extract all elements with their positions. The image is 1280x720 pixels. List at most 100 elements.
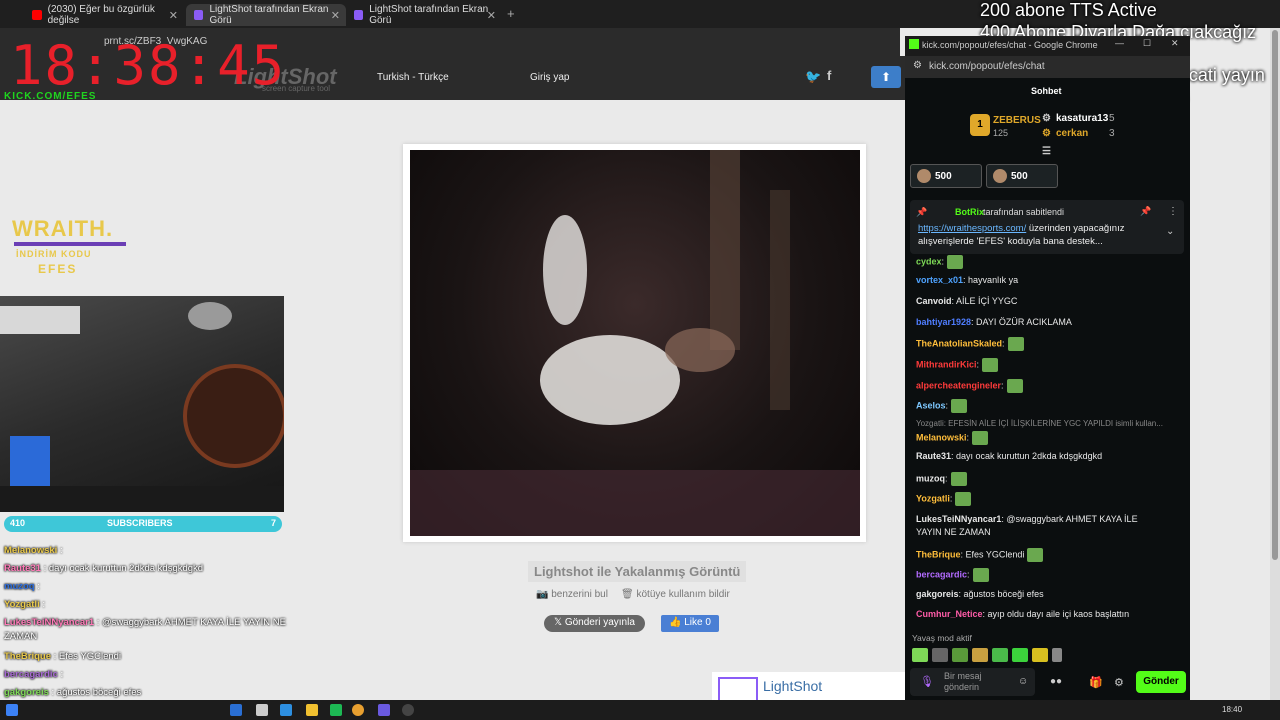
send-button[interactable]: Gönder bbox=[1136, 671, 1186, 693]
chat-message[interactable]: MithrandirKici: bbox=[916, 358, 999, 372]
chat-message[interactable]: YAYIN NE ZAMAN bbox=[916, 527, 991, 537]
chat-username[interactable]: Canvoid bbox=[916, 296, 952, 306]
emoji-icon[interactable]: ☺ bbox=[1018, 676, 1028, 687]
chat-message[interactable]: vortex_x01: hayvanlık ya bbox=[916, 275, 1018, 285]
emote-icon[interactable] bbox=[952, 648, 968, 662]
login-link[interactable]: Giriş yap bbox=[530, 72, 569, 83]
chat-username[interactable]: alpercheatengineler bbox=[916, 380, 1001, 390]
chat-message[interactable]: bercagardic: bbox=[916, 568, 989, 582]
emote-icon[interactable] bbox=[1032, 648, 1048, 662]
app-icon[interactable] bbox=[230, 704, 242, 716]
emote-icon[interactable] bbox=[972, 648, 988, 662]
chat-username[interactable]: TheBrique bbox=[916, 549, 961, 559]
chat-message[interactable]: Canvoid: AİLE İÇİ YYGC bbox=[916, 296, 1017, 306]
twitter-icon[interactable]: 🐦 bbox=[805, 69, 821, 85]
close-tab-icon[interactable]: ✕ bbox=[487, 9, 496, 22]
like-button[interactable]: 👍 Like 0 bbox=[661, 615, 719, 632]
site-info-icon[interactable]: ⚙ bbox=[913, 60, 922, 71]
unpin-icon[interactable]: 📌 bbox=[1140, 206, 1151, 217]
microphone-icon[interactable]: 🎙 bbox=[920, 675, 934, 688]
language-select[interactable]: Turkish - Türkçe bbox=[377, 72, 449, 83]
gift-card-2[interactable]: 500 bbox=[986, 164, 1058, 188]
chevron-down-icon[interactable]: ⌄ bbox=[1166, 226, 1174, 237]
find-similar-link[interactable]: 📷 benzerini bul bbox=[536, 589, 608, 600]
chat-message[interactable]: Cumhur_Netice: ayıp oldu dayı aile içi k… bbox=[916, 609, 1129, 619]
chat-message[interactable]: TheBrique: Efes YGClendi bbox=[916, 548, 1044, 562]
chat-message[interactable]: cydex: bbox=[916, 255, 964, 269]
chat-username[interactable]: bahtiyar1928 bbox=[916, 317, 971, 327]
chat-message[interactable]: Yozgatli: EFESİN AİLE İÇİ İLİŞKİLERİNE Y… bbox=[916, 419, 1163, 428]
webcam-feed bbox=[0, 296, 287, 512]
pinned-link[interactable]: https://wraithesports.com/ bbox=[918, 223, 1026, 234]
expand-leaderboard-icon[interactable]: ☰ bbox=[1042, 146, 1051, 157]
chat-message[interactable]: Aselos: bbox=[916, 399, 968, 413]
popout-url[interactable]: kick.com/popout/efes/chat bbox=[929, 61, 1045, 72]
app-icon[interactable] bbox=[280, 704, 292, 716]
scrollbar-thumb[interactable] bbox=[1272, 30, 1278, 560]
close-tab-icon[interactable]: ✕ bbox=[169, 9, 178, 22]
chat-message[interactable]: muzoq: bbox=[916, 472, 967, 486]
close-icon[interactable]: ✕ bbox=[1171, 38, 1179, 49]
chat-message[interactable]: alpercheatengineler: bbox=[916, 379, 1023, 393]
chat-username[interactable]: Aselos bbox=[916, 400, 946, 410]
spotify-icon[interactable] bbox=[330, 704, 342, 716]
start-icon[interactable] bbox=[6, 704, 18, 716]
post-button[interactable]: 𝕏 Gönderi yayınla bbox=[544, 615, 645, 632]
chat-username[interactable]: Raute31 bbox=[916, 451, 951, 461]
chat-message[interactable]: Raute31: dayı ocak kuruttun 2dkda kdşgkd… bbox=[916, 451, 1102, 461]
emote-icon[interactable] bbox=[1052, 648, 1062, 662]
chat-tab[interactable]: Sohbet bbox=[1031, 86, 1062, 96]
chat-username[interactable]: gakgoreis bbox=[916, 589, 959, 599]
chat-username[interactable]: Yozgatli bbox=[916, 493, 950, 503]
emote-icon[interactable] bbox=[912, 648, 928, 662]
folder-icon[interactable] bbox=[306, 704, 318, 716]
obs-icon[interactable] bbox=[402, 704, 414, 716]
chat-username[interactable]: Melanowski bbox=[916, 432, 967, 442]
settings-icon[interactable]: ⚙ bbox=[1114, 676, 1124, 689]
chat-message[interactable]: gakgoreis: ağustos böceği efes bbox=[916, 589, 1044, 599]
facebook-icon[interactable]: f bbox=[827, 68, 831, 83]
minimize-icon[interactable]: — bbox=[1115, 38, 1124, 48]
emote-icon[interactable] bbox=[932, 648, 948, 662]
emote-icon bbox=[1007, 337, 1024, 351]
report-abuse-link[interactable]: 🗑 kötüye kullanım bildir bbox=[621, 589, 730, 600]
new-tab-button[interactable]: + bbox=[507, 6, 515, 21]
download-button[interactable]: ⬆ bbox=[871, 66, 901, 88]
lightshot-footer-title[interactable]: LightShot bbox=[763, 678, 822, 694]
gift-icon[interactable]: 🎁 bbox=[1089, 676, 1103, 689]
close-tab-icon[interactable]: ✕ bbox=[331, 9, 340, 22]
leaderboard-top-name[interactable]: ZEBERUS bbox=[993, 115, 1041, 126]
message-input[interactable]: 🎙 Bir mesaj gönderin ☺ bbox=[910, 668, 1035, 696]
chat-username[interactable]: TheAnatolianSkaled bbox=[916, 338, 1002, 348]
pyramid-icon[interactable]: ●● bbox=[1050, 676, 1062, 687]
gift-card-1[interactable]: 500 bbox=[910, 164, 982, 188]
maximize-icon[interactable]: ☐ bbox=[1143, 38, 1151, 49]
chat-message[interactable]: bahtiyar1928: DAYI ÖZÜR ACIKLAMA bbox=[916, 317, 1072, 327]
chat-message[interactable]: Melanowski: bbox=[916, 431, 989, 445]
chat-username[interactable]: Cumhur_Netice bbox=[916, 609, 983, 619]
browser-tab-lightshot-1[interactable]: LightShot tarafından Ekran Görü ✕ bbox=[186, 4, 346, 26]
leaderboard-second-name[interactable]: kasatura13 bbox=[1056, 113, 1108, 124]
screenshot-image[interactable] bbox=[410, 150, 860, 536]
overlay-chat-name: LukesTeiNNyancar1 bbox=[4, 617, 95, 628]
browser-tab-lightshot-2[interactable]: LightShot tarafından Ekran Görü ✕ bbox=[346, 4, 502, 26]
chat-username[interactable]: LukesTeiNNyancar1 bbox=[916, 514, 1001, 524]
pinned-message[interactable]: 📌 BotRix tarafından sabitlendi 📌 ⋮ https… bbox=[910, 200, 1184, 254]
chat-username[interactable]: vortex_x01 bbox=[916, 275, 963, 285]
chat-message[interactable]: LukesTeiNNyancar1: @swaggybark AHMET KAY… bbox=[916, 514, 1138, 524]
pinned-text: https://wraithesports.com/ üzerinden yap… bbox=[918, 222, 1158, 248]
chat-username[interactable]: bercagardic bbox=[916, 569, 967, 579]
chat-username[interactable]: MithrandirKici bbox=[916, 359, 977, 369]
discord-icon[interactable] bbox=[378, 704, 390, 716]
browser-tab-youtube[interactable]: (2030) Eğer bu özgürlük değilse ✕ bbox=[24, 4, 184, 26]
chat-username[interactable]: cydex bbox=[916, 256, 942, 266]
chrome-icon[interactable] bbox=[352, 704, 364, 716]
chat-message[interactable]: Yozgatli: bbox=[916, 492, 972, 506]
app-icon[interactable] bbox=[256, 704, 268, 716]
leaderboard-third-name[interactable]: cerkan bbox=[1056, 128, 1088, 139]
chat-message[interactable]: TheAnatolianSkaled: bbox=[916, 337, 1024, 351]
more-options-icon[interactable]: ⋮ bbox=[1168, 206, 1178, 217]
emote-icon[interactable] bbox=[1012, 648, 1028, 662]
emote-icon[interactable] bbox=[992, 648, 1008, 662]
chat-username[interactable]: muzoq bbox=[916, 473, 945, 483]
